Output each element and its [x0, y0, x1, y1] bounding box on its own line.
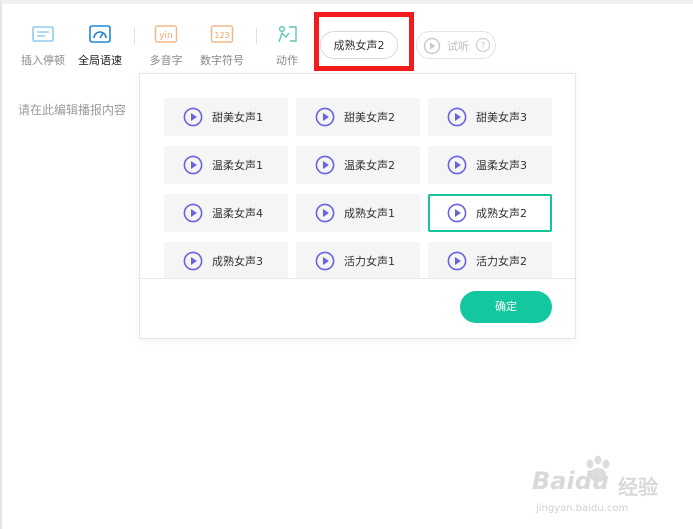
- voice-item[interactable]: 成熟女声1: [296, 194, 420, 232]
- svg-text:123: 123: [214, 31, 229, 40]
- play-icon[interactable]: [447, 251, 467, 271]
- speedometer-icon: [89, 25, 111, 43]
- play-icon[interactable]: [447, 155, 467, 175]
- yin-icon: yin: [154, 25, 178, 43]
- action-label: 动作: [276, 54, 298, 67]
- play-icon[interactable]: [447, 107, 467, 127]
- voice-name: 活力女声1: [344, 255, 395, 268]
- voice-name: 温柔女声4: [212, 207, 263, 220]
- voice-item[interactable]: 温柔女声3: [428, 146, 552, 184]
- play-icon[interactable]: [183, 107, 203, 127]
- action-icon: [278, 25, 297, 43]
- polyphone-tool[interactable]: yin 多音字: [136, 24, 196, 68]
- voice-item[interactable]: 温柔女声4: [164, 194, 288, 232]
- voice-name: 甜美女声2: [344, 111, 395, 124]
- play-icon[interactable]: [315, 203, 335, 223]
- pause-insert-icon: [32, 26, 54, 42]
- watermark-cn: 经验: [618, 475, 658, 499]
- global-speed-tool[interactable]: 全局语速: [70, 24, 130, 68]
- editor-toolbar: 插入停顿 全局语速 yin 多音字 123 数字符号 动作 成熟女声2 试听 ?: [0, 0, 693, 80]
- insert-pause-tool[interactable]: 插入停顿: [13, 24, 73, 68]
- voice-name: 温柔女声2: [344, 159, 395, 172]
- voice-item[interactable]: 活力女声1: [296, 242, 420, 278]
- toolbar-divider: [134, 28, 135, 44]
- panel-divider: [140, 278, 575, 279]
- play-icon[interactable]: [183, 155, 203, 175]
- polyphone-label: 多音字: [149, 54, 183, 67]
- play-icon: [423, 37, 441, 55]
- listen-label: 试听: [447, 40, 469, 53]
- play-icon[interactable]: [183, 203, 203, 223]
- play-icon[interactable]: [315, 155, 335, 175]
- play-icon[interactable]: [315, 251, 335, 271]
- voice-select-dropdown[interactable]: 成熟女声2: [320, 31, 398, 59]
- voice-item[interactable]: 活力女声2: [428, 242, 552, 278]
- number-symbol-label: 数字符号: [200, 54, 244, 67]
- play-icon[interactable]: [183, 251, 203, 271]
- voice-item[interactable]: 温柔女声1: [164, 146, 288, 184]
- voice-name: 活力女声2: [476, 255, 527, 268]
- voice-item[interactable]: 甜美女声2: [296, 98, 420, 136]
- voice-item[interactable]: 甜美女声3: [428, 98, 552, 136]
- confirm-button[interactable]: 确定: [460, 291, 552, 323]
- voice-name: 甜美女声1: [212, 111, 263, 124]
- voice-name: 成熟女声3: [212, 255, 263, 268]
- voice-name: 甜美女声3: [476, 111, 527, 124]
- voice-picker-panel: 甜美女声1 甜美女声2 甜美女声3 温柔女声1 温柔女声2 温柔女声3 温柔女声4 成熟女声1…: [139, 73, 576, 339]
- play-icon[interactable]: [447, 203, 467, 223]
- voice-name: 成熟女声1: [344, 207, 395, 220]
- voice-name: 温柔女声3: [476, 159, 527, 172]
- number-icon: 123: [210, 25, 234, 43]
- watermark-brand: Baidu: [532, 467, 609, 495]
- action-tool[interactable]: 动作: [257, 24, 317, 68]
- svg-text:?: ?: [481, 42, 486, 52]
- voice-grid[interactable]: 甜美女声1 甜美女声2 甜美女声3 温柔女声1 温柔女声2 温柔女声3 温柔女声4 成熟女声1…: [140, 74, 575, 278]
- voice-name: 温柔女声1: [212, 159, 263, 172]
- voice-item-selected[interactable]: 成熟女声2: [428, 194, 552, 232]
- voice-item[interactable]: 温柔女声2: [296, 146, 420, 184]
- baidu-jingyan-watermark: Baidu 经验 jingyan.baidu.com: [532, 455, 692, 527]
- voice-item[interactable]: 甜美女声1: [164, 98, 288, 136]
- editor-placeholder[interactable]: 请在此编辑播报内容: [18, 101, 126, 118]
- help-icon[interactable]: ?: [475, 37, 491, 53]
- number-symbol-tool[interactable]: 123 数字符号: [192, 24, 252, 68]
- voice-item[interactable]: 成熟女声3: [164, 242, 288, 278]
- play-icon[interactable]: [315, 107, 335, 127]
- svg-text:yin: yin: [159, 31, 173, 41]
- insert-pause-label: 插入停顿: [21, 54, 65, 67]
- global-speed-label: 全局语速: [78, 54, 122, 67]
- listen-button[interactable]: 试听 ?: [416, 31, 496, 59]
- watermark-url: jingyan.baidu.com: [536, 503, 629, 514]
- voice-name: 成熟女声2: [476, 207, 527, 220]
